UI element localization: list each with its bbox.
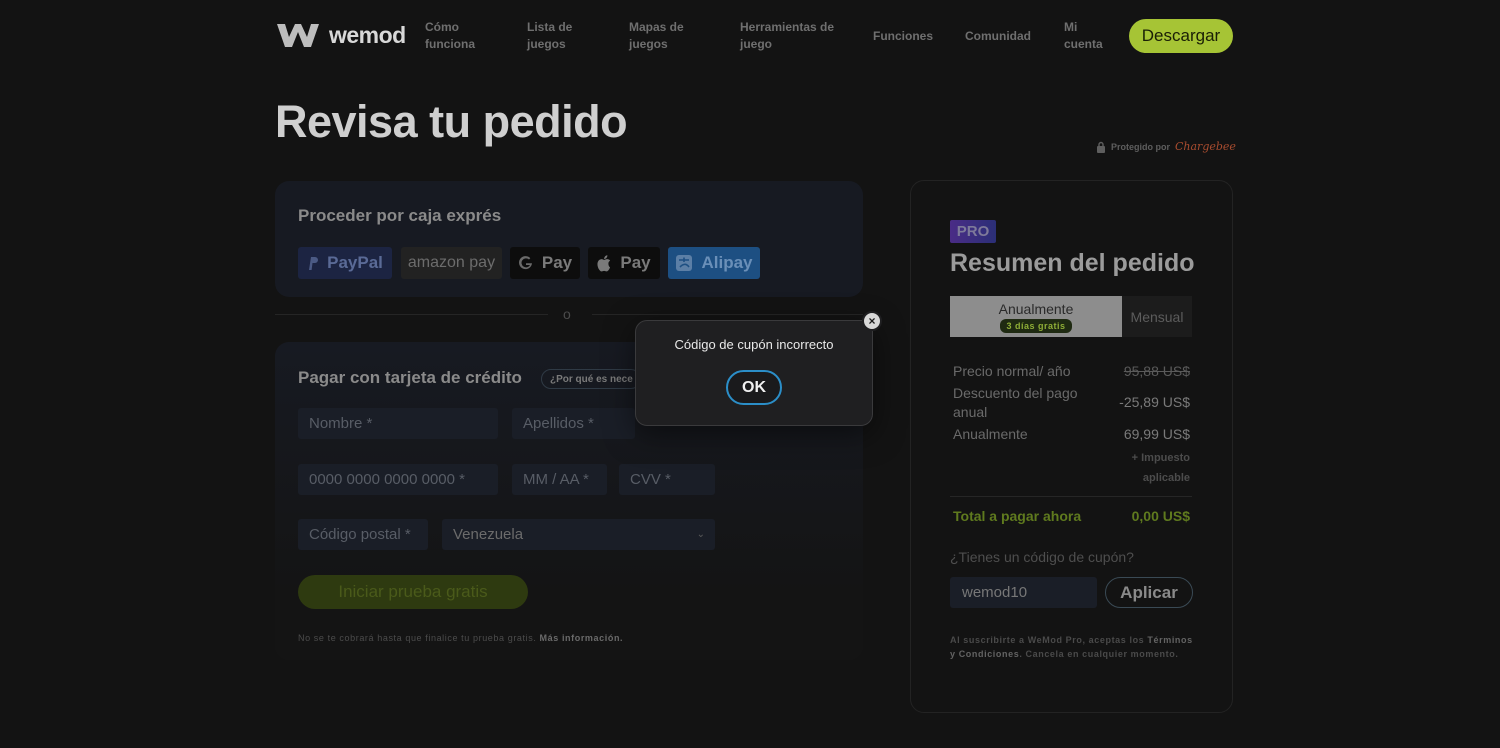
annual-discount-label: Descuento del pago anual <box>953 385 1078 420</box>
terms-note: Al suscribirte a WeMod Pro, aceptas los … <box>950 633 1200 661</box>
secure-badge: Protegido por Chargebee <box>1096 140 1236 153</box>
nav-mapas-de-juegos[interactable]: Mapas de juegos <box>629 19 684 53</box>
wemod-logo[interactable]: wemod <box>275 20 406 50</box>
billing-period-toggle: Anualmente 3 días gratis Mensual <box>950 296 1192 337</box>
apple-icon <box>597 254 611 271</box>
tax-note: + Impuesto aplicable <box>1131 452 1190 484</box>
express-checkout-title: Proceder por caja exprés <box>298 206 502 225</box>
nav-label: Funciones <box>873 29 934 43</box>
nav-label: juego <box>740 37 772 51</box>
nav-funciones[interactable]: Funciones <box>873 28 933 45</box>
nav-label: Comunidad <box>965 29 1031 43</box>
coupon-error-message: Código de cupón incorrecto <box>674 337 834 352</box>
apple-pay-label: Pay <box>620 253 651 272</box>
nav-comunidad[interactable]: Comunidad <box>965 28 1031 45</box>
more-info-link[interactable]: Más información. <box>540 633 624 643</box>
card-number-input[interactable] <box>298 464 498 495</box>
chargebee-logo: Chargebee <box>1175 140 1236 153</box>
postal-code-input[interactable] <box>298 519 428 550</box>
alipay-icon <box>676 255 693 271</box>
annual-discount-value: -25,89 US$ <box>1119 394 1190 410</box>
country-value: Venezuela <box>453 526 524 543</box>
annual-price-value: 69,99 US$ <box>1123 426 1190 442</box>
cvv-input[interactable] <box>619 464 715 495</box>
pro-badge: PRO <box>950 220 996 243</box>
free-trial-tag: 3 días gratis <box>1000 318 1072 333</box>
nav-label: juegos <box>629 37 668 51</box>
lock-icon <box>1097 141 1105 153</box>
regular-price-value: 95,88 US$ <box>1123 363 1190 379</box>
download-button[interactable]: Descargar <box>1129 19 1233 53</box>
coupon-input[interactable] <box>950 577 1097 608</box>
billing-note: No se te cobrará hasta que finalice tu p… <box>298 633 623 643</box>
nav-mi-cuenta[interactable]: Mi cuenta <box>1064 19 1103 53</box>
nav-label: Mapas de <box>629 20 684 34</box>
divider-right <box>592 314 863 315</box>
terms-text-end: . Cancela en cualquier momento. <box>1019 649 1179 659</box>
google-pay-label: Pay <box>541 253 573 272</box>
apply-coupon-button[interactable]: Aplicar <box>1105 577 1193 608</box>
total-value: 0,00 US$ <box>1131 508 1190 524</box>
apple-pay-button[interactable]: Pay <box>588 247 660 279</box>
nav-lista-de-juegos[interactable]: Lista de juegos <box>527 19 572 53</box>
order-summary-title: Resumen del pedido <box>950 249 1195 277</box>
divider-or: o <box>563 306 571 322</box>
paypal-button[interactable]: PayPal <box>298 247 392 279</box>
wemod-logo-icon <box>277 24 319 47</box>
summary-divider <box>950 496 1192 497</box>
nav-como-funciona[interactable]: Cómo funciona <box>425 19 475 53</box>
chevron-down-icon: ⌄ <box>696 529 705 540</box>
expiry-input[interactable] <box>512 464 607 495</box>
nav-label: Herramientas de <box>740 20 835 34</box>
amazon-pay-label: amazon pay <box>407 254 496 271</box>
amazon-pay-button[interactable]: amazon pay <box>401 247 502 279</box>
google-icon <box>518 256 532 270</box>
coupon-question: ¿Tienes un código de cupón? <box>950 549 1134 565</box>
first-name-input[interactable] <box>298 408 498 439</box>
annual-option[interactable]: Anualmente 3 días gratis <box>950 296 1122 337</box>
total-label: Total a pagar ahora <box>953 508 1082 524</box>
divider-left <box>275 314 548 315</box>
terms-text: Al suscribirte a WeMod Pro, aceptas los <box>950 635 1145 645</box>
secure-text: Protegido por <box>1111 141 1170 152</box>
alipay-label: Alipay <box>701 253 753 272</box>
nav-label: cuenta <box>1064 37 1103 51</box>
paypal-label: PayPal <box>327 253 383 272</box>
billing-note-text: No se te cobrará hasta que finalice tu p… <box>298 633 537 643</box>
nav-label: Cómo <box>425 20 459 34</box>
nav-label: juegos <box>527 37 566 51</box>
logo-text: wemod <box>329 21 406 48</box>
nav-label: funciona <box>425 37 475 51</box>
nav-label: Lista de <box>527 20 573 34</box>
start-trial-button[interactable]: Iniciar prueba gratis <box>298 575 528 609</box>
annual-option-label: Anualmente <box>998 300 1074 317</box>
ok-button[interactable]: OK <box>726 370 782 405</box>
why-needed-link[interactable]: ¿Por qué es nece <box>541 369 641 389</box>
nav-herramientas-de-juego[interactable]: Herramientas de juego <box>740 19 834 53</box>
country-select[interactable]: Venezuela ⌄ <box>442 519 715 550</box>
regular-price-label: Precio normal/ año <box>953 363 1071 379</box>
google-pay-button[interactable]: Pay <box>510 247 580 279</box>
annual-price-label: Anualmente <box>953 426 1028 442</box>
nav-label: Mi <box>1064 20 1078 34</box>
last-name-input[interactable] <box>512 408 635 439</box>
checkout-page: wemod Cómo funciona Lista de juegos Mapa… <box>0 0 1500 748</box>
paypal-icon <box>309 256 319 270</box>
page-title: Revisa tu pedido <box>275 96 628 147</box>
close-icon[interactable]: × <box>862 311 882 331</box>
credit-card-title: Pagar con tarjeta de crédito <box>298 368 522 387</box>
express-checkout-card <box>275 181 863 297</box>
alipay-button[interactable]: Alipay <box>668 247 760 279</box>
monthly-option[interactable]: Mensual <box>1122 296 1192 337</box>
